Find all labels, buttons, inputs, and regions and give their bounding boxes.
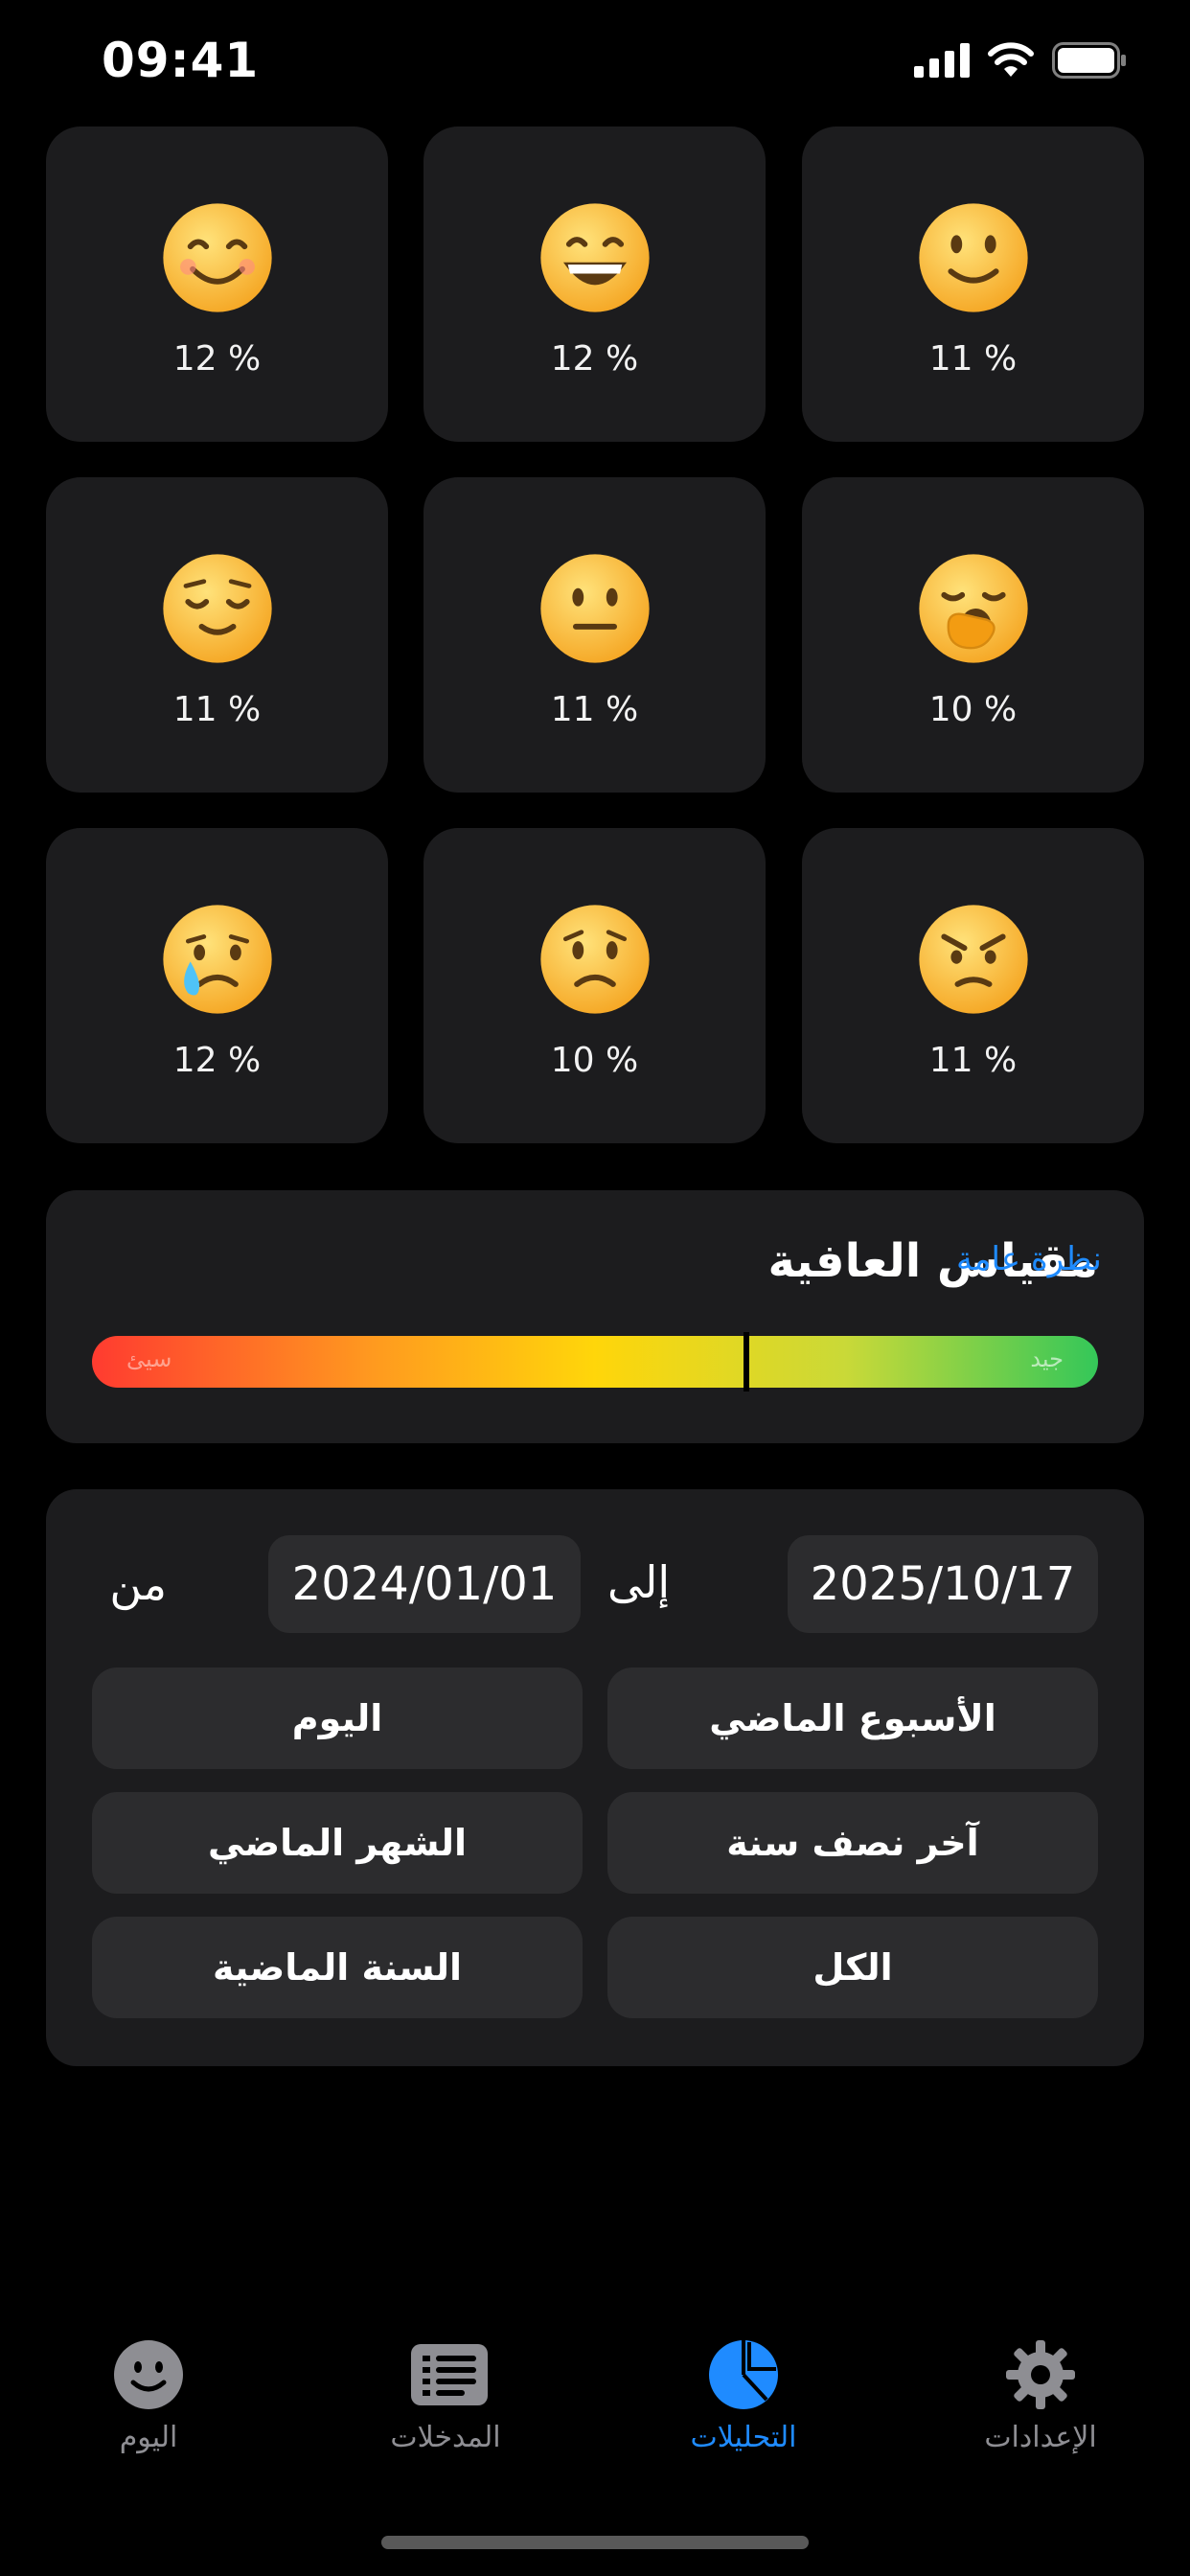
preset-all-button[interactable]: الكل bbox=[607, 1917, 1098, 2018]
mood-percent: 11 % bbox=[172, 690, 262, 729]
list-icon bbox=[409, 2338, 488, 2411]
mood-percent: 12 % bbox=[172, 1041, 262, 1080]
mood-percent: 10 % bbox=[928, 690, 1018, 729]
wellbeing-gauge: سيئ جيد bbox=[92, 1332, 1098, 1392]
mood-card-smiling-eyes[interactable]: 12 % bbox=[46, 126, 388, 442]
gauge-marker bbox=[743, 1332, 749, 1392]
from-date-picker[interactable]: 2024/01/01 bbox=[268, 1535, 581, 1633]
mood-card-worried[interactable]: 10 % bbox=[423, 828, 766, 1143]
cellular-signal-icon bbox=[914, 43, 970, 78]
tab-today-label: اليوم bbox=[119, 2421, 178, 2454]
mood-card-slightly-smiling[interactable]: 11 % bbox=[802, 126, 1144, 442]
grinning-face-icon bbox=[538, 201, 652, 314]
tab-entries-label: المدخلات bbox=[390, 2421, 501, 2454]
tab-today[interactable]: اليوم bbox=[53, 2338, 244, 2454]
mood-percent: 12 % bbox=[550, 339, 639, 379]
yawning-face-icon bbox=[917, 552, 1030, 665]
overview-link[interactable]: نظرة عامة bbox=[956, 1240, 1102, 1278]
tab-settings[interactable]: الإعدادات bbox=[945, 2338, 1136, 2454]
mood-percent: 11 % bbox=[928, 1041, 1018, 1080]
mood-percent: 10 % bbox=[550, 1041, 639, 1080]
preset-last-half-year-button[interactable]: آخر نصف سنة bbox=[607, 1792, 1098, 1894]
status-icons bbox=[914, 42, 1127, 79]
tab-settings-label: الإعدادات bbox=[984, 2421, 1097, 2454]
from-label: من bbox=[109, 1558, 167, 1610]
preset-last-week-button[interactable]: الأسبوع الماضي bbox=[607, 1668, 1098, 1769]
gear-icon bbox=[1004, 2338, 1077, 2411]
wifi-icon bbox=[988, 42, 1034, 77]
gauge-bad-label: سيئ bbox=[126, 1346, 172, 1372]
mood-card-yawning[interactable]: 10 % bbox=[802, 477, 1144, 793]
tab-analytics[interactable]: التحليلات bbox=[648, 2338, 839, 2454]
pie-chart-icon bbox=[707, 2338, 780, 2411]
tab-analytics-label: التحليلات bbox=[690, 2421, 797, 2454]
mood-card-angry[interactable]: 11 % bbox=[802, 828, 1144, 1143]
worried-face-icon bbox=[538, 903, 652, 1016]
smiley-icon bbox=[112, 2338, 185, 2411]
status-time: 09:41 bbox=[102, 33, 260, 88]
mood-percent: 12 % bbox=[172, 339, 262, 379]
mood-card-grinning[interactable]: 12 % bbox=[423, 126, 766, 442]
wellbeing-scale-card: مقياس العافية نظرة عامة سيئ جيد bbox=[46, 1190, 1144, 1443]
relieved-face-icon bbox=[161, 552, 274, 665]
home-indicator bbox=[381, 2536, 809, 2549]
battery-icon bbox=[1052, 42, 1126, 79]
tab-entries[interactable]: المدخلات bbox=[350, 2338, 541, 2454]
tab-bar: اليوم المدخلات التحليلات الإعدادات bbox=[0, 2338, 1190, 2454]
slightly-smiling-face-icon bbox=[917, 201, 1030, 314]
neutral-face-icon bbox=[538, 552, 652, 665]
date-range-card: من 2024/01/01 إلى 2025/10/17 اليوم الأسب… bbox=[46, 1489, 1144, 2066]
mood-percent: 11 % bbox=[550, 690, 639, 729]
mood-card-relieved[interactable]: 11 % bbox=[46, 477, 388, 793]
mood-card-crying[interactable]: 12 % bbox=[46, 828, 388, 1143]
to-date-picker[interactable]: 2025/10/17 bbox=[788, 1535, 1098, 1633]
preset-today-button[interactable]: اليوم bbox=[92, 1668, 583, 1769]
to-label: إلى bbox=[607, 1556, 671, 1608]
preset-last-month-button[interactable]: الشهر الماضي bbox=[92, 1792, 583, 1894]
angry-face-icon bbox=[917, 903, 1030, 1016]
mood-card-neutral[interactable]: 11 % bbox=[423, 477, 766, 793]
preset-last-year-button[interactable]: السنة الماضية bbox=[92, 1917, 583, 2018]
gauge-good-label: جيد bbox=[1030, 1346, 1064, 1372]
status-bar: 09:41 bbox=[0, 0, 1190, 126]
crying-face-icon bbox=[161, 903, 274, 1016]
mood-percent: 11 % bbox=[928, 339, 1018, 379]
smiling-eyes-face-icon bbox=[161, 201, 274, 314]
